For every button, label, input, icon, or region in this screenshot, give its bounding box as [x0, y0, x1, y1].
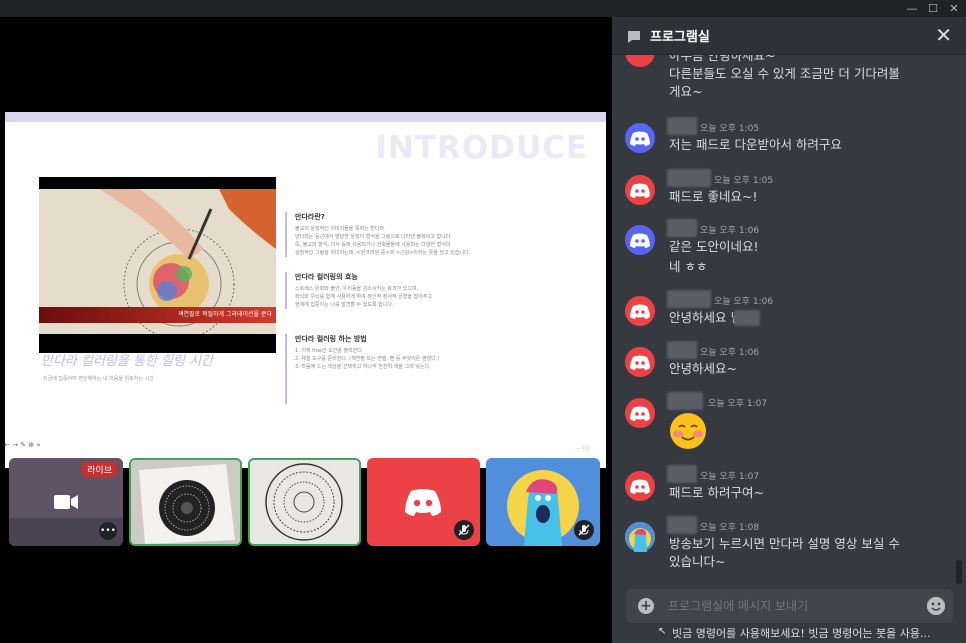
- live-badge: 라이브: [82, 462, 117, 477]
- slide-page-number: — 01: [574, 445, 590, 452]
- participant-tile-avatar[interactable]: [486, 458, 600, 546]
- section-line: 즉, 불교의 향식, 의식 등에 사용되거나 건축물들에 사용되는 다양한 형식…: [295, 242, 451, 248]
- section-line: 불교의 상징적인 이미지들을 뜻하는 만다라.: [295, 226, 386, 232]
- avatar[interactable]: [625, 123, 655, 153]
- avatar[interactable]: [625, 55, 655, 67]
- section-line: 스트레스 완화와 불안, 우리동을 감소시키는 효과가 있으며,: [295, 286, 419, 292]
- chat-scrollbar[interactable]: [956, 560, 962, 584]
- username-redacted[interactable]: [667, 465, 697, 483]
- slide-left-title: 만다라 컬러링을 통한 힐링 시간: [41, 354, 214, 369]
- message-list[interactable]: 아두금 안녕하세요~ 다른분들도 오실 수 있게 조금만 더 기다려볼 게요~ …: [612, 55, 954, 585]
- discord-window: — ☐ ✕ INTRODUCE 색연필로 적절하게 그라데이션을 준다 만다라 …: [0, 0, 966, 643]
- message-text: 방송보기 누르시면 만다라 설명 영상 보실 수: [669, 536, 900, 551]
- close-chat-icon[interactable]: ✕: [935, 23, 952, 47]
- section-line: 좌뇌와 우뇌를 함께 사용하게 하여 정신적 정서적 균형을 잡아주고: [295, 294, 432, 300]
- discord-logo-icon: [404, 488, 442, 520]
- smiling-face-emoji-icon: [669, 412, 707, 450]
- message-timestamp: 오늘 오후 1:08: [700, 523, 760, 533]
- video-camera-icon: [54, 494, 78, 509]
- emoji-picker-icon[interactable]: [927, 597, 945, 615]
- message-timestamp: 오늘 오후 1:07: [700, 472, 760, 482]
- message-text: 패드로 하려구여~: [669, 485, 764, 500]
- video-caption-bar: 색연필로 적절하게 그라데이션을 준다: [39, 307, 276, 323]
- section-line: 3. 마음에 드는 색상을 선택하고 하나씩 천천히 색을 그려 넣는다.: [295, 364, 431, 370]
- message-text: 아두금 안녕하세요~: [669, 55, 776, 63]
- avatar[interactable]: [625, 347, 655, 377]
- username-redacted[interactable]: [667, 169, 711, 187]
- message-timestamp: 오늘 오후 1:06: [714, 297, 774, 307]
- slide-section-1: 만다라란? 불교의 상징적인 이미지들을 뜻하는 만다라. 만다라는 둥근에서 …: [285, 212, 510, 257]
- username-redacted[interactable]: [667, 392, 703, 410]
- muted-mic-icon: [574, 520, 594, 540]
- chat-title: 프로그램실: [650, 30, 710, 45]
- message-text: 저는 패드로 다운받아서 하려구요: [669, 137, 842, 152]
- message-timestamp: 오늘 오후 1:07: [708, 399, 768, 409]
- slide-left-subtitle: 지금에 집중하며 편안해하는 내 마음을 위로하는 시간: [43, 376, 154, 382]
- chat-panel: 프로그램실 ✕ 아두금 안녕하세요~ 다른분들도 오실 수 있게 조금만 더 기…: [612, 17, 966, 643]
- message-timestamp: 오늘 오후 1:05: [714, 176, 774, 186]
- more-options-icon[interactable]: •••: [99, 522, 117, 540]
- avatar[interactable]: [625, 225, 655, 255]
- avatar[interactable]: [625, 398, 655, 428]
- section-line: 상징적인 그림을 의미하는데, <원크려원 중>과 <근원>이라는 뜻을 담고 …: [295, 250, 471, 256]
- participant-tile-mandala-1[interactable]: [129, 458, 242, 546]
- embedded-video: 색연필로 적절하게 그라데이션을 준다: [39, 177, 276, 353]
- slash-command-hint: 빗금 명령어를 사용해보세요! 빗금 명령어는 봇을 사용...: [672, 627, 931, 640]
- section-title: 만다라 컬러링의 효능: [295, 273, 358, 281]
- message-text: 있습니다~: [669, 554, 726, 569]
- title-bar: — ☐ ✕: [0, 0, 966, 17]
- username-redacted[interactable]: [667, 341, 697, 359]
- slide-top-bar: [5, 112, 606, 122]
- username-redacted[interactable]: [667, 516, 697, 534]
- chat-header: 프로그램실 ✕: [612, 17, 966, 55]
- message-timestamp: 오늘 오후 1:05: [700, 124, 760, 134]
- username-redacted[interactable]: [667, 290, 711, 308]
- message-text: 같은 도안이네요!: [669, 239, 759, 254]
- section-line: 1. 어제 free인 도안을 출력한다.: [295, 348, 364, 354]
- slide-section-3: 만다라 컬러링 하는 방법 1. 어제 free인 도안을 출력한다. 2. 채…: [285, 334, 510, 404]
- section-line: 2. 채칠 도구를 준비한다. (색연필 또는 연필, 펜 등 무엇이든 괜찮다…: [295, 356, 440, 362]
- avatar[interactable]: [625, 175, 655, 205]
- message-text: 네 ㅎㅎ: [669, 259, 708, 274]
- participant-tile-mandala-2[interactable]: [248, 458, 361, 546]
- avatar[interactable]: [625, 471, 655, 501]
- attach-plus-icon[interactable]: +: [638, 598, 654, 614]
- section-title: 만다라란?: [295, 213, 325, 221]
- participant-tile-live[interactable]: 라이브 •••: [9, 458, 123, 546]
- message-timestamp: 오늘 오후 1:06: [700, 226, 760, 236]
- section-line: 현재에 집중하는 나를 발견할 수 있도록 합니다.: [295, 302, 394, 308]
- video-caption: 색연필로 적절하게 그라데이션을 준다: [177, 311, 272, 318]
- section-line: 만다라는 둥근에서 발달한 상징이 형식을 그림으로 나타낸 불화이고 합니다.: [295, 234, 452, 240]
- chat-bubble-icon: [626, 29, 642, 49]
- mention-redacted: [734, 310, 760, 326]
- message-text: 게요~: [669, 84, 703, 99]
- message-input[interactable]: [668, 593, 908, 619]
- message-text: 패드로 좋네요~!: [669, 189, 758, 204]
- section-title: 만다라 컬러링 하는 방법: [295, 335, 367, 343]
- username-redacted[interactable]: [667, 117, 697, 135]
- username-redacted[interactable]: [667, 219, 697, 237]
- message-text: 다른분들도 오실 수 있게 조금만 더 기다려볼: [669, 66, 900, 81]
- message-timestamp: 오늘 오후 1:06: [700, 348, 760, 358]
- slide-section-2: 만다라 컬러링의 효능 스트레스 완화와 불안, 우리동을 감소시키는 효과가 …: [285, 272, 510, 309]
- message-composer: +: [626, 589, 953, 623]
- screen-share-slide[interactable]: INTRODUCE 색연필로 적절하게 그라데이션을 준다 만다라 컬러링을 통…: [5, 112, 606, 468]
- video-stage: INTRODUCE 색연필로 적절하게 그라데이션을 준다 만다라 컬러링을 통…: [0, 17, 606, 643]
- avatar[interactable]: [625, 296, 655, 326]
- avatar[interactable]: [625, 522, 655, 552]
- slide-heading: INTRODUCE: [375, 130, 588, 166]
- participant-tile-discord[interactable]: [367, 458, 480, 546]
- muted-mic-icon: [454, 520, 474, 540]
- slide-nav-toolbar[interactable]: ← → ✎ ⊕ »: [4, 441, 41, 449]
- slash-command-icon: ↖: [658, 626, 667, 637]
- message-text: 안녕하세요~: [669, 361, 737, 376]
- close-window-icon[interactable]: ✕: [942, 0, 966, 17]
